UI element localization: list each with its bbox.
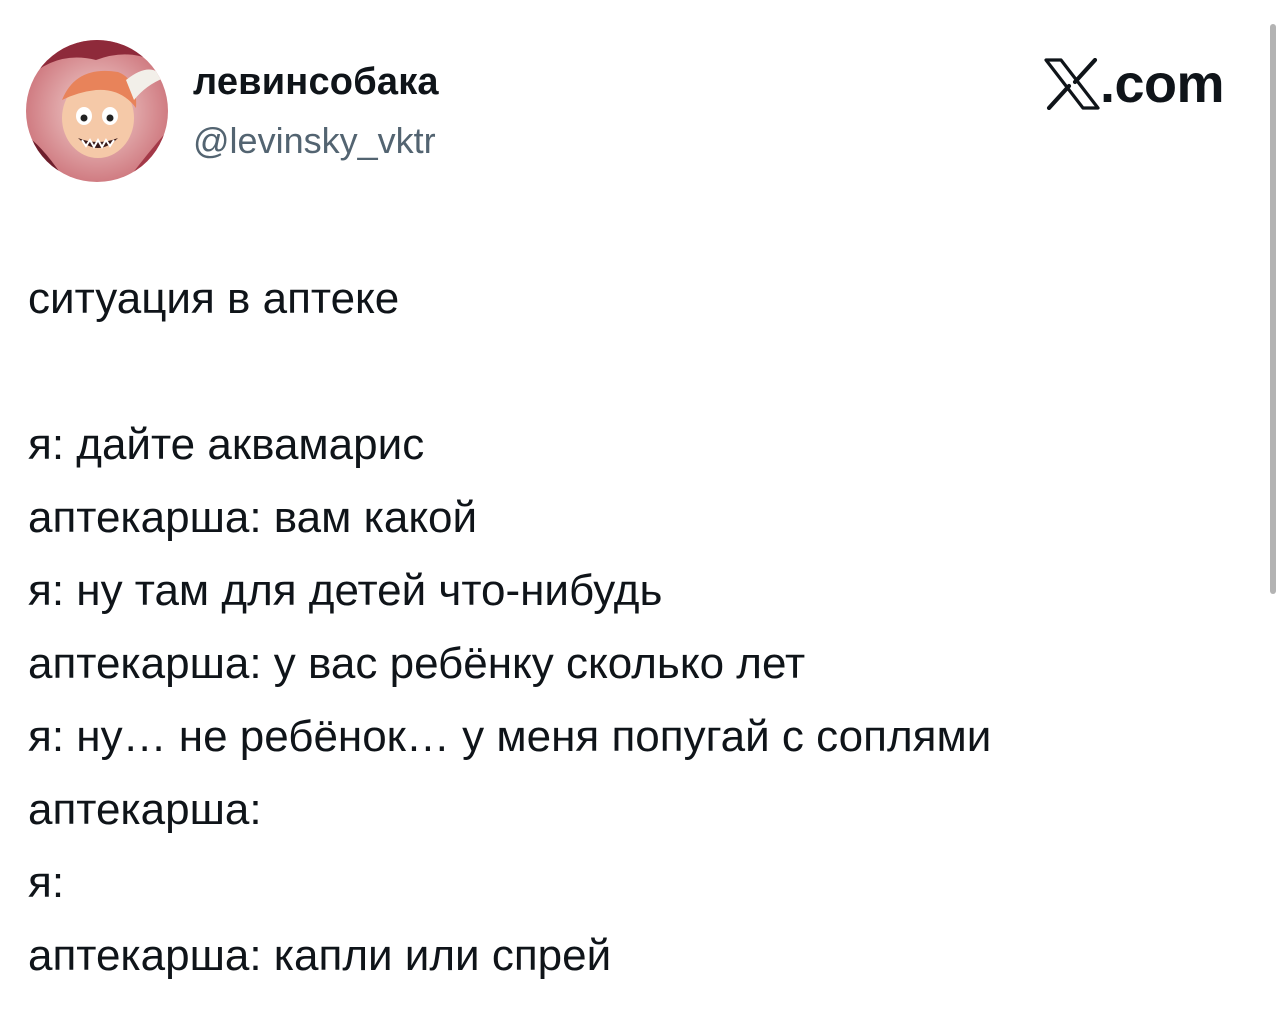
display-name[interactable]: левинсобака (193, 58, 439, 106)
profile-avatar (26, 40, 168, 182)
brand-logo: .com (1044, 52, 1225, 116)
tweet-line: я: ну там для детей что-нибудь (28, 566, 663, 615)
tweet-line: аптекарша: (28, 785, 262, 834)
tweet-line: я: ну… не ребёнок… у меня попугай с сопл… (28, 712, 992, 761)
brand-suffix: .com (1099, 54, 1225, 114)
user-handle[interactable]: @levinsky_vktr (193, 118, 436, 164)
x-logo-icon (1044, 58, 1100, 110)
tweet-text: ситуация в аптеке я: дайте аквамарис апт… (28, 262, 1238, 992)
tweet-line: аптекарша: вам какой (28, 493, 478, 542)
tweet-line: аптекарша: у вас ребёнку сколько лет (28, 639, 806, 688)
tweet-title-line: ситуация в аптеке (28, 274, 400, 323)
tweet-line: я: (28, 858, 65, 907)
tweet-line: я: дайте аквамарис (28, 420, 425, 469)
tweet-line: аптекарша: капли или спрей (28, 931, 612, 980)
avatar[interactable] (26, 40, 168, 182)
vertical-scrollbar[interactable] (1270, 24, 1276, 594)
